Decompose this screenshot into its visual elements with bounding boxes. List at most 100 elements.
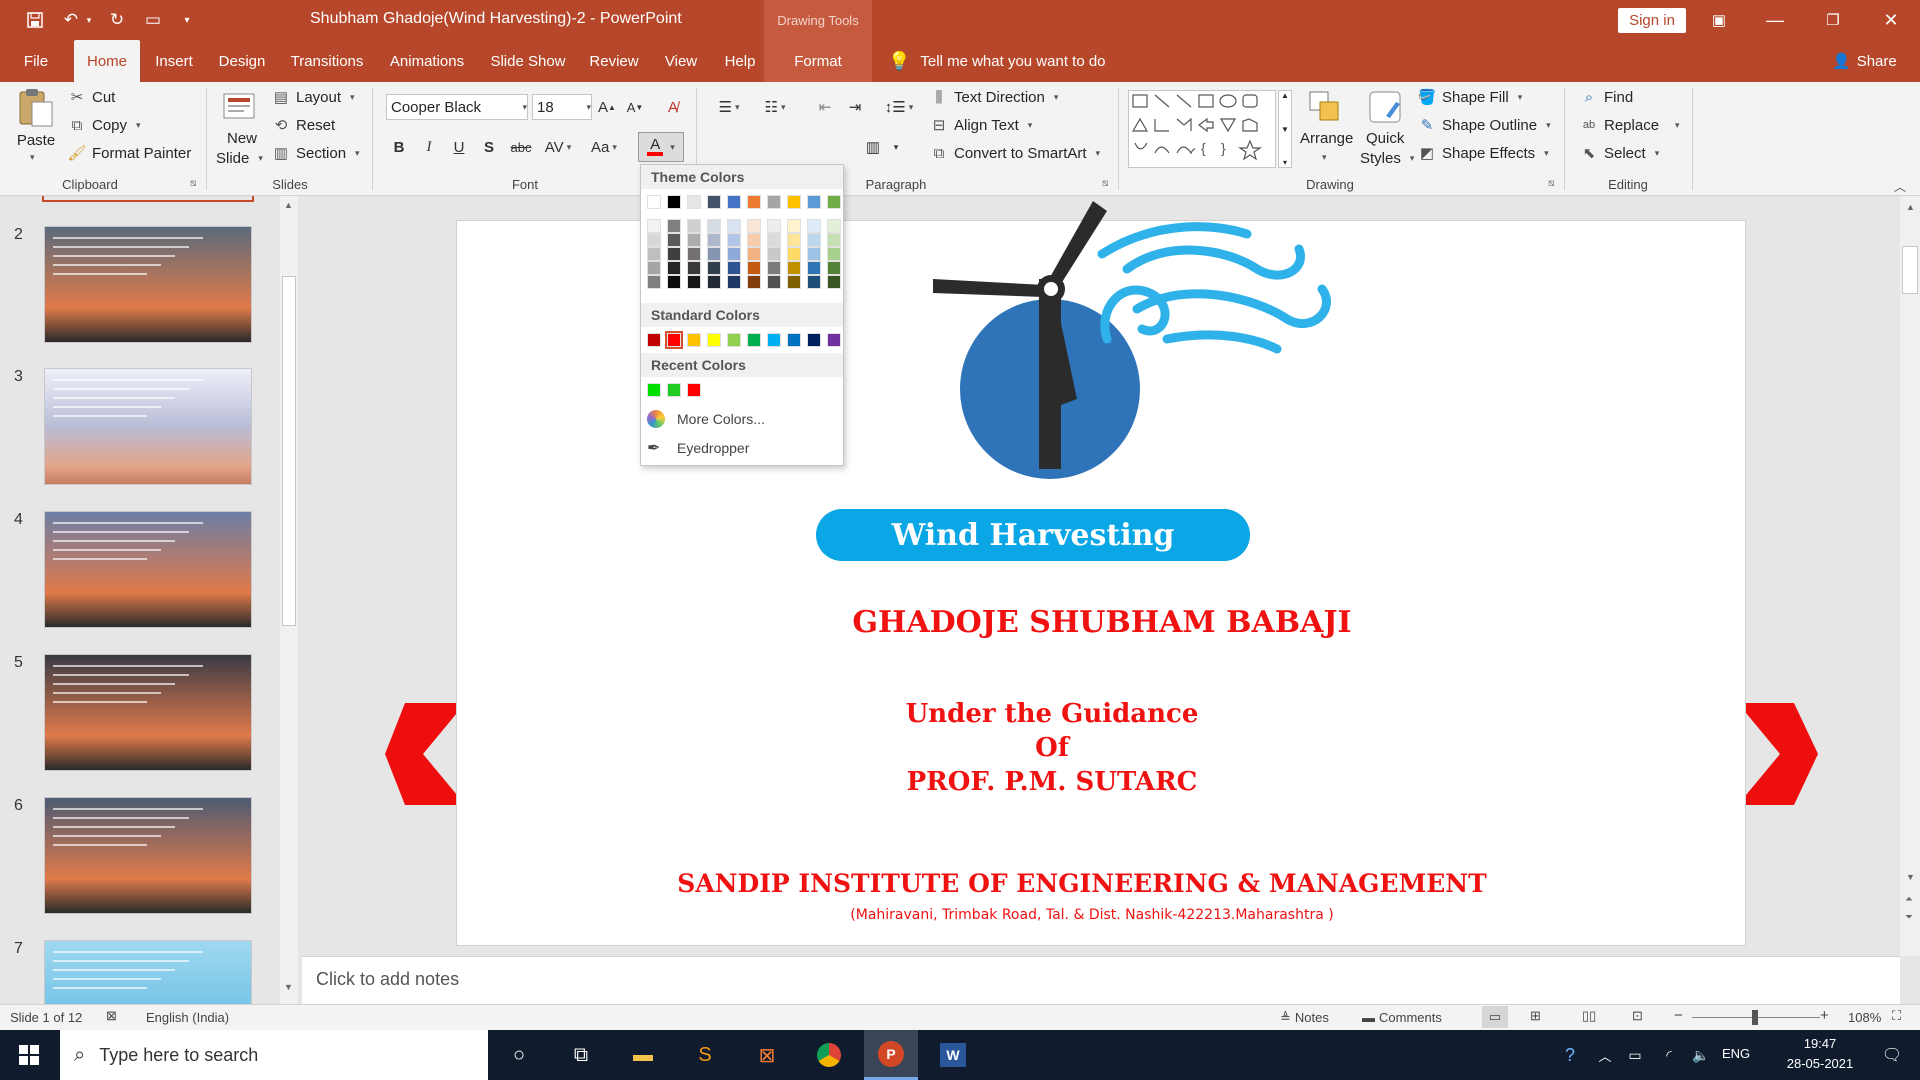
cortana-icon[interactable]: ○ [492, 1030, 546, 1080]
task-view-icon[interactable]: ⧉ [554, 1030, 608, 1080]
institute-address[interactable]: (Mahiravani, Trimbak Road, Tal. & Dist. … [457, 907, 1727, 923]
standard-color-swatch[interactable] [647, 333, 661, 347]
font-size-dropdown-icon[interactable]: ▾ [586, 102, 591, 113]
theme-color-swatch[interactable] [707, 195, 721, 209]
theme-shade-swatch[interactable] [707, 219, 721, 233]
slideshow-view-icon[interactable]: ⊡ [1632, 1008, 1643, 1024]
volume-icon[interactable]: 🔈 [1686, 1030, 1716, 1080]
slide-sorter-icon[interactable]: ⊞ [1530, 1008, 1541, 1024]
clear-formatting-icon[interactable]: A̸ [660, 94, 686, 120]
battery-icon[interactable]: ▭ [1620, 1030, 1650, 1080]
theme-shade-swatch[interactable] [787, 219, 801, 233]
quick-styles-button[interactable]: Styles ▾ [1360, 150, 1414, 167]
clock-date[interactable]: 28-05-2021 [1772, 1056, 1868, 1071]
theme-shade-swatch[interactable] [827, 219, 841, 233]
tab-design[interactable]: Design [212, 40, 272, 82]
tab-view[interactable]: View [656, 40, 706, 82]
slide-thumbnail[interactable] [44, 226, 252, 343]
line-spacing-button[interactable]: ↕☰ ▾ [880, 94, 918, 120]
tell-me-search[interactable]: 💡 Tell me what you want to do [888, 40, 1106, 82]
theme-shade-swatch[interactable] [787, 247, 801, 261]
theme-shade-swatch[interactable] [647, 219, 661, 233]
theme-shade-swatch[interactable] [727, 261, 741, 275]
zoom-in-icon[interactable]: + [1820, 1007, 1829, 1024]
standard-color-swatch[interactable] [787, 333, 801, 347]
next-slide-icon[interactable]: ⏷ [1905, 912, 1913, 923]
bullets-button[interactable]: ☰ ▾ [710, 94, 748, 120]
theme-shade-swatch[interactable] [807, 261, 821, 275]
change-case-button[interactable]: Aa ▾ [586, 134, 622, 160]
theme-shade-swatch[interactable] [827, 261, 841, 275]
show-hidden-icons-icon[interactable]: ︿ [1590, 1030, 1620, 1080]
theme-shade-swatch[interactable] [647, 275, 661, 289]
paste-button[interactable]: Paste [16, 132, 56, 149]
thumbnail-scrollbar[interactable]: ▲ ▼ [280, 196, 298, 1004]
powerpoint-taskbar-icon[interactable]: P [864, 1030, 918, 1080]
ribbon-display-options-icon[interactable]: ▣ [1694, 0, 1744, 40]
undo-icon[interactable]: ↶ [58, 8, 84, 32]
theme-shade-swatch[interactable] [747, 233, 761, 247]
font-color-dropdown-icon[interactable]: ▾ [670, 142, 675, 153]
theme-shade-swatch[interactable] [687, 219, 701, 233]
theme-shade-swatch[interactable] [787, 233, 801, 247]
numbering-button[interactable]: ☷ ▾ [756, 94, 794, 120]
increase-indent-icon[interactable]: ⇥ [842, 94, 868, 120]
theme-color-swatch[interactable] [787, 195, 801, 209]
reading-view-icon[interactable]: ▯▯ [1582, 1008, 1596, 1024]
recent-color-swatch[interactable] [647, 383, 661, 397]
theme-shade-swatch[interactable] [647, 261, 661, 275]
tab-format[interactable]: Format [764, 40, 872, 82]
bold-button[interactable]: B [386, 134, 412, 160]
text-direction-button[interactable]: ⫼ Text Direction ▾ [930, 88, 1059, 106]
theme-shade-swatch[interactable] [767, 247, 781, 261]
theme-shade-swatch[interactable] [827, 275, 841, 289]
collapse-ribbon-icon[interactable]: ︿ [1894, 178, 1906, 195]
font-name-select[interactable]: Cooper Black ▾ [386, 94, 528, 120]
increase-font-size-button[interactable]: A ▲ [594, 94, 620, 120]
comments-toggle-button[interactable]: ▬ Comments [1362, 1010, 1442, 1025]
recent-color-swatch[interactable] [687, 383, 701, 397]
chrome-icon[interactable] [802, 1030, 856, 1080]
theme-color-swatch[interactable] [747, 195, 761, 209]
zoom-slider-thumb[interactable] [1752, 1010, 1758, 1025]
theme-color-swatch[interactable] [667, 195, 681, 209]
paragraph-launcher-icon[interactable]: ⧅ [1102, 178, 1108, 189]
notifications-icon[interactable]: 🗨 [1870, 1030, 1914, 1080]
cut-button[interactable]: ✂ Cut [68, 88, 116, 107]
underline-button[interactable]: U [446, 134, 472, 160]
theme-shade-swatch[interactable] [747, 219, 761, 233]
previous-arrow-shape[interactable] [385, 703, 457, 805]
help-icon[interactable]: ? [1552, 1030, 1588, 1080]
section-button[interactable]: ▥ Section ▾ [272, 144, 360, 163]
theme-shade-swatch[interactable] [687, 275, 701, 289]
standard-color-swatch[interactable] [807, 333, 821, 347]
find-button[interactable]: ⌕ Find [1580, 88, 1633, 106]
select-button[interactable]: ⬉ Select ▾ [1580, 144, 1660, 163]
thumbnail-scroll-thumb[interactable] [282, 276, 296, 626]
theme-shade-swatch[interactable] [767, 275, 781, 289]
theme-shade-swatch[interactable] [807, 233, 821, 247]
clock-time[interactable]: 19:47 [1780, 1036, 1860, 1051]
theme-shade-swatch[interactable] [747, 247, 761, 261]
theme-shade-swatch[interactable] [727, 219, 741, 233]
spell-check-icon[interactable]: ⊠ [106, 1008, 117, 1024]
slide-thumbnail[interactable] [44, 368, 252, 485]
new-slide-label-1[interactable]: New [222, 130, 262, 147]
shadow-button[interactable]: S [476, 134, 502, 160]
normal-view-icon[interactable]: ▭ [1482, 1006, 1508, 1028]
copy-dropdown-icon[interactable]: ▾ [136, 120, 141, 131]
standard-color-swatch[interactable] [827, 333, 841, 347]
zoom-level[interactable]: 108% [1848, 1010, 1881, 1025]
theme-shade-swatch[interactable] [707, 247, 721, 261]
tab-animations[interactable]: Animations [382, 40, 472, 82]
guidance-line-1[interactable]: Under the Guidance [457, 699, 1647, 729]
theme-shade-swatch[interactable] [747, 261, 761, 275]
slide-scrollbar[interactable]: ▲ ▼ ⏶ ⏷ [1900, 196, 1920, 956]
theme-shade-swatch[interactable] [727, 247, 741, 261]
theme-shade-swatch[interactable] [707, 275, 721, 289]
theme-shade-swatch[interactable] [687, 247, 701, 261]
theme-shade-swatch[interactable] [667, 275, 681, 289]
shape-fill-button[interactable]: 🪣 Shape Fill ▾ [1418, 88, 1523, 107]
word-taskbar-icon[interactable]: W [926, 1030, 980, 1080]
restore-icon[interactable]: ❐ [1808, 0, 1858, 40]
